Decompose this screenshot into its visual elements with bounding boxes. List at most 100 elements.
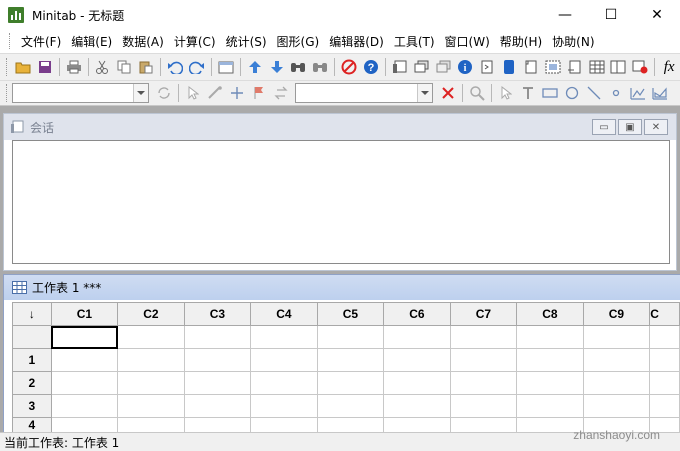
session-output-area[interactable]	[12, 140, 670, 264]
column-header-c9[interactable]: C9	[582, 302, 651, 326]
close-all-icon[interactable]	[630, 57, 650, 77]
column-name-cell[interactable]	[117, 325, 185, 349]
column-header-c8[interactable]: C8	[516, 302, 584, 326]
ellipse-tool-icon[interactable]	[562, 83, 582, 103]
layout-icon[interactable]	[543, 57, 563, 77]
data-cell[interactable]	[316, 348, 385, 372]
maximize-button[interactable]: ☐	[588, 0, 634, 30]
data-cell[interactable]	[250, 394, 318, 418]
flag-icon[interactable]	[249, 83, 269, 103]
session-minimize-button[interactable]: ▭	[592, 119, 616, 135]
data-cell[interactable]	[516, 348, 584, 372]
data-cell[interactable]	[582, 394, 651, 418]
draw-select-icon[interactable]	[496, 83, 516, 103]
save-icon[interactable]	[35, 57, 55, 77]
data-cell[interactable]	[383, 371, 451, 395]
menu-assistant[interactable]: 协助(N)	[547, 33, 599, 50]
delete-x-icon[interactable]	[438, 83, 458, 103]
crosshair-icon[interactable]	[227, 83, 247, 103]
fx-icon[interactable]: fx	[659, 57, 679, 77]
close-button[interactable]: ✕	[634, 0, 680, 30]
worksheets-icon[interactable]	[412, 57, 432, 77]
graph-refresh-icon[interactable]	[154, 83, 174, 103]
data-cell[interactable]	[383, 394, 451, 418]
row-header-1[interactable]: 1	[12, 348, 52, 372]
marker-tool-icon[interactable]	[606, 83, 626, 103]
column-header-c6[interactable]: C6	[383, 302, 451, 326]
data-cell[interactable]	[516, 371, 584, 395]
data-cell[interactable]	[649, 394, 680, 418]
column-name-cell[interactable]	[316, 325, 385, 349]
line-tool-icon[interactable]	[584, 83, 604, 103]
info-icon[interactable]: i	[455, 57, 475, 77]
column-name-cell[interactable]	[516, 325, 584, 349]
data-entry-direction-arrow[interactable]: ↓	[12, 302, 52, 326]
find-icon[interactable]	[288, 57, 308, 77]
cancel-icon[interactable]	[339, 57, 359, 77]
data-cell[interactable]	[250, 348, 318, 372]
row-header-3[interactable]: 3	[12, 394, 52, 418]
copy-icon[interactable]	[114, 57, 134, 77]
data-cell[interactable]	[449, 348, 518, 372]
data-cell[interactable]	[516, 394, 584, 418]
text-tool-icon[interactable]	[518, 83, 538, 103]
data-cell[interactable]	[449, 371, 518, 395]
session-maximize-button[interactable]: ▣	[618, 119, 642, 135]
data-cell[interactable]	[183, 348, 252, 372]
data-cell[interactable]	[383, 348, 451, 372]
menu-window[interactable]: 窗口(W)	[440, 33, 495, 50]
column-header-c3[interactable]: C3	[183, 302, 252, 326]
column-name-cell[interactable]	[449, 325, 518, 349]
chevron-down-icon[interactable]	[417, 84, 432, 102]
data-cell[interactable]	[582, 371, 651, 395]
graph-element-select[interactable]	[295, 83, 433, 103]
chevron-down-icon[interactable]	[133, 84, 148, 102]
data-cell[interactable]	[649, 348, 680, 372]
minimize-button[interactable]: —	[542, 0, 588, 30]
menu-graph[interactable]: 图形(G)	[272, 33, 325, 50]
new-doc-icon[interactable]	[521, 57, 541, 77]
redo-icon[interactable]	[187, 57, 207, 77]
rectangle-tool-icon[interactable]	[540, 83, 560, 103]
column-header-c7[interactable]: C7	[449, 302, 518, 326]
undo-icon[interactable]	[165, 57, 185, 77]
graphs-icon[interactable]	[434, 57, 454, 77]
menu-tools[interactable]: 工具(T)	[389, 33, 440, 50]
worksheet-title-bar[interactable]: 工作表 1 ***	[4, 274, 680, 300]
column-name-cell[interactable]	[383, 325, 451, 349]
data-cell[interactable]	[183, 371, 252, 395]
split-view-icon[interactable]	[608, 57, 628, 77]
paste-icon[interactable]	[136, 57, 156, 77]
data-cell[interactable]	[649, 371, 680, 395]
column-header-c2[interactable]: C2	[117, 302, 185, 326]
menu-help[interactable]: 帮助(H)	[495, 33, 547, 50]
session-close-button[interactable]: ✕	[644, 119, 668, 135]
data-cell[interactable]	[250, 371, 318, 395]
menu-stat[interactable]: 统计(S)	[221, 33, 272, 50]
window-edit-icon[interactable]	[216, 57, 236, 77]
data-cell[interactable]	[582, 348, 651, 372]
polygon-tool-icon[interactable]	[650, 83, 670, 103]
data-cell[interactable]	[117, 394, 185, 418]
graph-layout-select[interactable]	[12, 83, 149, 103]
row-header-2[interactable]: 2	[12, 371, 52, 395]
data-cell[interactable]	[316, 371, 385, 395]
column-name-cell[interactable]	[582, 325, 651, 349]
column-name-cell[interactable]	[649, 325, 680, 349]
column-name-cell[interactable]	[250, 325, 318, 349]
zoom-icon[interactable]	[467, 83, 487, 103]
history-icon[interactable]	[477, 57, 497, 77]
grid-view-icon[interactable]	[587, 57, 607, 77]
print-icon[interactable]	[64, 57, 84, 77]
column-header-c10[interactable]: C	[649, 302, 680, 326]
menu-data[interactable]: 数据(A)	[117, 33, 169, 50]
data-cell[interactable]	[117, 371, 185, 395]
session-title-bar[interactable]: 会话	[4, 114, 676, 140]
session-window-icon[interactable]	[390, 57, 410, 77]
polyline-tool-icon[interactable]	[628, 83, 648, 103]
report-icon[interactable]	[499, 57, 519, 77]
data-cell[interactable]	[117, 348, 185, 372]
select-pointer-icon[interactable]	[183, 83, 203, 103]
note-icon[interactable]	[565, 57, 585, 77]
data-cell[interactable]	[449, 394, 518, 418]
